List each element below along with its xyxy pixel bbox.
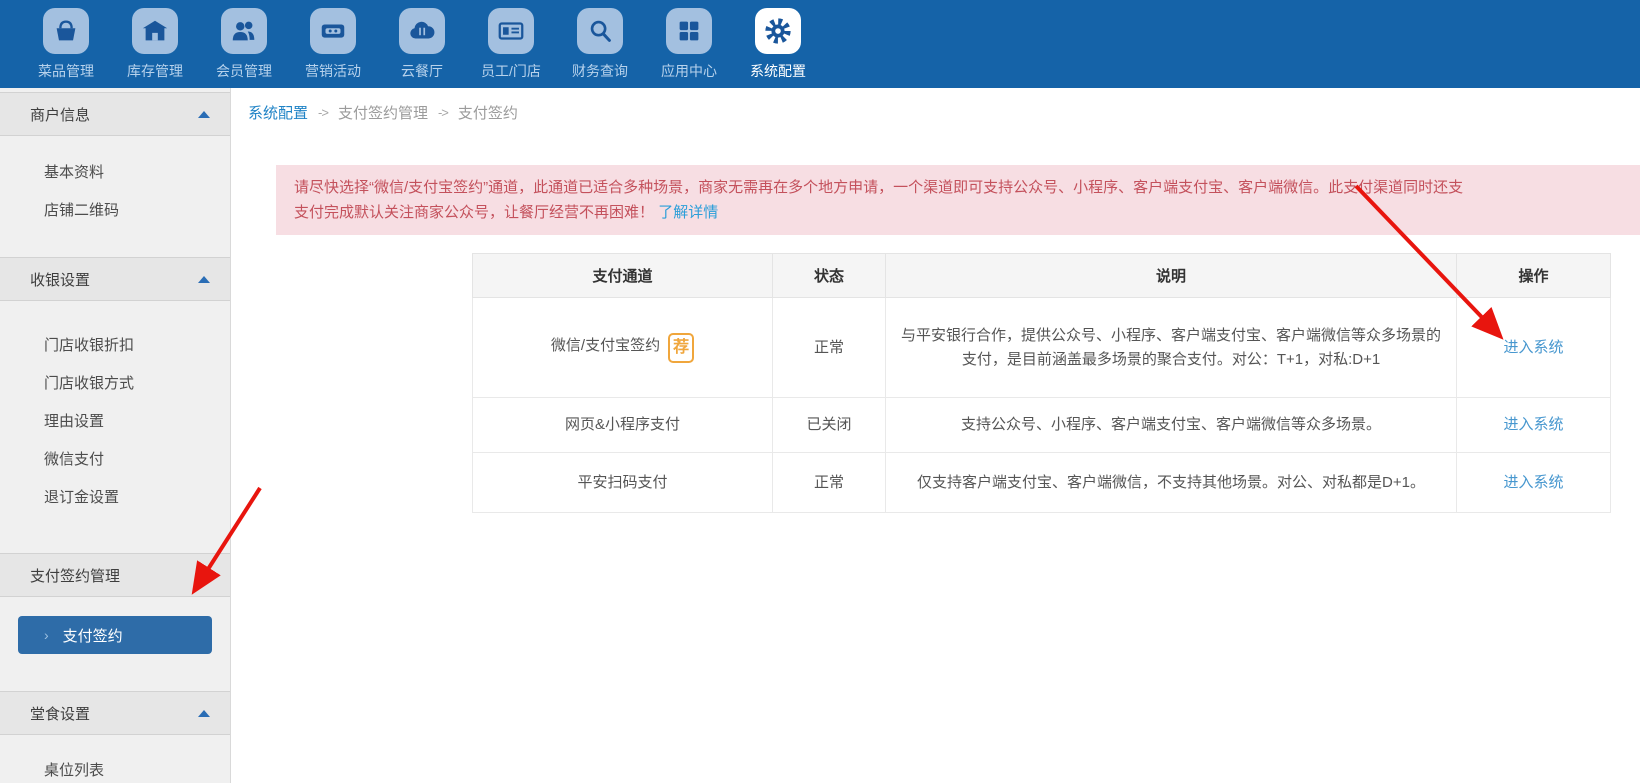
header-description: 说明 — [886, 254, 1457, 298]
description-cell: 与平安银行合作，提供公众号、小程序、客户端支付宝、客户端微信等众多场景的支付，是… — [886, 298, 1457, 398]
enter-system-link[interactable]: 进入系统 — [1503, 416, 1563, 433]
sidebar-item-table-list[interactable]: 桌位列表 — [0, 752, 230, 783]
nav-item-system-config[interactable]: 系统配置 — [745, 0, 811, 88]
table-header-row: 支付通道 状态 说明 操作 — [473, 254, 1611, 298]
sidebar-section-payment-sign-mgmt[interactable]: 支付签约管理 — [0, 553, 230, 597]
sidebar-item-store-pay-method[interactable]: 门店收银方式 — [0, 365, 230, 403]
action-cell: 进入系统 — [1457, 298, 1611, 398]
table-row: 微信/支付宝签约荐 正常 与平安银行合作，提供公众号、小程序、客户端支付宝、客户… — [473, 298, 1611, 398]
members-icon — [221, 8, 267, 54]
collapse-arrow-icon — [198, 111, 210, 118]
description-cell: 支持公众号、小程序、客户端支付宝、客户端微信等众多场景。 — [886, 398, 1457, 453]
section-items: 基本资料 店铺二维码 — [0, 136, 230, 257]
section-items: 桌位列表 — [0, 735, 230, 783]
sidebar-item-store-discount[interactable]: 门店收银折扣 — [0, 327, 230, 365]
breadcrumb-separator: -> — [318, 105, 328, 120]
nav-label: 云餐厅 — [401, 61, 443, 81]
channel-cell: 微信/支付宝签约荐 — [473, 298, 773, 398]
nav-item-cloud-restaurant[interactable]: 云餐厅 — [389, 0, 455, 88]
breadcrumb: 系统配置 -> 支付签约管理 -> 支付签约 — [231, 88, 1640, 136]
collapse-arrow-icon — [198, 276, 210, 283]
channel-cell: 网页&小程序支付 — [473, 398, 773, 453]
top-navigation: 菜品管理 库存管理 会员管理 营销活动 — [0, 0, 1640, 88]
gear-icon — [755, 8, 801, 54]
nav-label: 营销活动 — [305, 61, 361, 81]
nav-item-finance[interactable]: 财务查询 — [567, 0, 633, 88]
breadcrumb-parent: 支付签约管理 — [338, 102, 428, 123]
section-title: 堂食设置 — [30, 703, 90, 724]
nav-label: 库存管理 — [127, 61, 183, 81]
channel-name: 微信/支付宝签约 — [551, 337, 660, 354]
nav-item-app-center[interactable]: 应用中心 — [656, 0, 722, 88]
section-title: 收银设置 — [30, 269, 90, 290]
table-row: 网页&小程序支付 已关闭 支持公众号、小程序、客户端支付宝、客户端微信等众多场景… — [473, 398, 1611, 453]
notice-banner: 请尽快选择“微信/支付宝签约”通道，此通道已适合多种场景，商家无需再在多个地方申… — [276, 165, 1640, 235]
nav-item-staff-stores[interactable]: 员工/门店 — [478, 0, 544, 88]
nav-label: 会员管理 — [216, 61, 272, 81]
nav-label: 员工/门店 — [481, 61, 541, 81]
sidebar-item-payment-sign[interactable]: › 支付签约 — [18, 616, 212, 654]
idcard-icon — [488, 8, 534, 54]
action-cell: 进入系统 — [1457, 398, 1611, 453]
payment-channel-table: 支付通道 状态 说明 操作 微信/支付宝签约荐 正常 与平安银行合作，提供公众号… — [472, 253, 1611, 513]
header-status: 状态 — [773, 254, 886, 298]
warehouse-icon — [132, 8, 178, 54]
nav-item-members[interactable]: 会员管理 — [211, 0, 277, 88]
status-cell: 已关闭 — [773, 398, 886, 453]
action-cell: 进入系统 — [1457, 453, 1611, 513]
basket-icon — [43, 8, 89, 54]
sidebar-item-basic-info[interactable]: 基本资料 — [0, 154, 230, 192]
section-items: 门店收银折扣 门店收银方式 理由设置 微信支付 退订金设置 — [0, 301, 230, 553]
status-cell: 正常 — [773, 298, 886, 398]
sidebar-item-label: 支付签约 — [63, 625, 123, 646]
cloud-restaurant-icon — [399, 8, 445, 54]
notice-line2-text: 支付完成默认关注商家公众号，让餐厅经营不再困难！ — [294, 204, 654, 221]
chevron-right-icon: › — [44, 627, 49, 643]
breadcrumb-root-link[interactable]: 系统配置 — [248, 102, 308, 123]
notice-line1: 请尽快选择“微信/支付宝签约”通道，此通道已适合多种场景，商家无需再在多个地方申… — [294, 175, 1640, 200]
sidebar-item-wechat-pay[interactable]: 微信支付 — [0, 441, 230, 479]
breadcrumb-separator: -> — [438, 105, 448, 120]
status-cell: 正常 — [773, 453, 886, 513]
sidebar-section-dine-in[interactable]: 堂食设置 — [0, 691, 230, 735]
header-channel: 支付通道 — [473, 254, 773, 298]
ticket-icon — [310, 8, 356, 54]
nav-item-marketing[interactable]: 营销活动 — [300, 0, 366, 88]
nav-label: 应用中心 — [661, 61, 717, 81]
main-content: 系统配置 -> 支付签约管理 -> 支付签约 请尽快选择“微信/支付宝签约”通道… — [231, 88, 1640, 783]
learn-more-link[interactable]: 了解详情 — [658, 204, 718, 221]
header-action: 操作 — [1457, 254, 1611, 298]
collapse-arrow-icon — [198, 710, 210, 717]
nav-label: 系统配置 — [750, 61, 806, 81]
nav-label: 财务查询 — [572, 61, 628, 81]
enter-system-link[interactable]: 进入系统 — [1503, 339, 1563, 356]
breadcrumb-current: 支付签约 — [458, 102, 518, 123]
sidebar-section-merchant-info[interactable]: 商户信息 — [0, 92, 230, 136]
sidebar-item-deposit-refund[interactable]: 退订金设置 — [0, 479, 230, 517]
nav-item-inventory[interactable]: 库存管理 — [122, 0, 188, 88]
channel-cell: 平安扫码支付 — [473, 453, 773, 513]
search-icon — [577, 8, 623, 54]
enter-system-link[interactable]: 进入系统 — [1503, 474, 1563, 491]
description-cell: 仅支持客户端支付宝、客户端微信，不支持其他场景。对公、对私都是D+1。 — [886, 453, 1457, 513]
apps-icon — [666, 8, 712, 54]
section-title: 支付签约管理 — [30, 565, 120, 586]
notice-line2: 支付完成默认关注商家公众号，让餐厅经营不再困难！ 了解详情 — [294, 200, 1640, 225]
sidebar-section-cashier-settings[interactable]: 收银设置 — [0, 257, 230, 301]
sidebar-item-reason-settings[interactable]: 理由设置 — [0, 403, 230, 441]
collapse-arrow-icon — [198, 572, 210, 579]
nav-label: 菜品管理 — [38, 61, 94, 81]
sidebar-item-shop-qrcode[interactable]: 店铺二维码 — [0, 192, 230, 230]
section-title: 商户信息 — [30, 104, 90, 125]
recommended-badge: 荐 — [668, 333, 694, 363]
sidebar: 商户信息 基本资料 店铺二维码 收银设置 门店收银折扣 门店收银方式 理由设置 … — [0, 88, 231, 783]
nav-item-dishes[interactable]: 菜品管理 — [33, 0, 99, 88]
table-row: 平安扫码支付 正常 仅支持客户端支付宝、客户端微信，不支持其他场景。对公、对私都… — [473, 453, 1611, 513]
